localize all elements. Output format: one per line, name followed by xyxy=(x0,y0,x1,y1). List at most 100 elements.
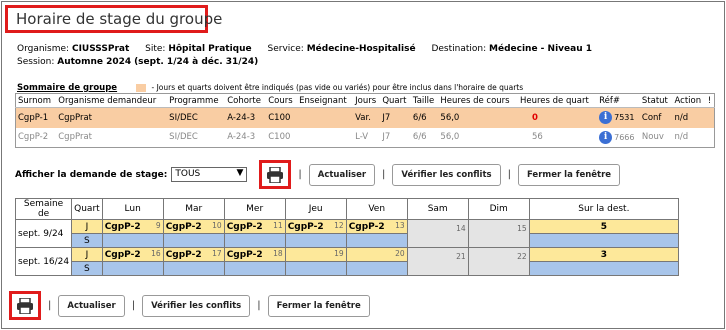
day-number: 10 xyxy=(212,221,222,230)
col-header: Mar xyxy=(162,198,225,220)
separator: | xyxy=(507,169,511,180)
evening-cell[interactable] xyxy=(345,261,408,276)
dest-count: 5 xyxy=(528,219,680,234)
day-cell[interactable]: 20 xyxy=(345,247,408,262)
day-cell[interactable]: CgpP-2 18 xyxy=(223,247,286,262)
evening-cell[interactable] xyxy=(101,233,164,248)
cell-quart: J7 xyxy=(382,132,391,143)
table-row[interactable]: CgpP-1 CgpPrat SI/DEC A-24-3 C100 Var. J… xyxy=(15,107,715,128)
day-cell[interactable]: CgpP-2 12 xyxy=(284,219,347,234)
ref-number: 7531 xyxy=(614,113,635,123)
day-number: 16 xyxy=(151,249,161,258)
col-header: Heures de quart xyxy=(517,93,598,108)
cell-statut: Nouv xyxy=(641,132,664,143)
day-number: 12 xyxy=(334,221,344,230)
dest-evening xyxy=(528,261,680,276)
day-cell-group: CgpP-2 xyxy=(226,221,263,232)
col-header: Cohorte xyxy=(225,93,267,108)
day-cell-group: CgpP-2 xyxy=(165,249,202,260)
col-header: Ven xyxy=(345,198,408,220)
dest-count: 3 xyxy=(528,247,680,262)
fermer-fenetre-button[interactable]: Fermer la fenêtre xyxy=(267,294,370,317)
day-number: 22 xyxy=(517,252,527,261)
verifier-conflits-button[interactable]: Vérifier les conflits xyxy=(142,294,251,317)
evening-cell[interactable] xyxy=(284,261,347,276)
quart-s: S xyxy=(71,261,103,276)
evening-cell[interactable] xyxy=(223,233,286,248)
info-icon[interactable]: i xyxy=(599,111,613,125)
schedule-header-row: Semaine de Quart Lun Mar Mer Jeu Ven Sam… xyxy=(14,198,680,220)
day-number: 20 xyxy=(395,249,405,258)
cell-enseignant xyxy=(297,107,354,128)
evening-cell[interactable] xyxy=(223,261,286,276)
service-value: Médecine-Hospitalisé xyxy=(306,44,416,54)
cell-jours: Var. xyxy=(353,107,381,128)
evening-cell[interactable] xyxy=(101,261,164,276)
day-number: 19 xyxy=(334,249,344,258)
legend-swatch xyxy=(135,83,146,92)
session-range: (sept. 1/24 à déc. 31/24) xyxy=(134,57,259,67)
info-icon[interactable]: i xyxy=(599,130,613,144)
sommaire-header: Sommaire de groupe - Jours et quarts doi… xyxy=(17,83,523,93)
print-button[interactable] xyxy=(9,291,41,320)
col-header: Jours xyxy=(353,93,381,108)
day-cell[interactable]: CgpP-2 9 xyxy=(101,219,164,234)
print-button[interactable] xyxy=(259,160,292,189)
cell-cohorte: A-24-3 xyxy=(225,107,267,128)
table-row[interactable]: CgpP-2 CgpPrat SI/DEC A-24-3 C100 L-V J7… xyxy=(16,128,715,148)
day-cell-weekend[interactable]: 21 xyxy=(406,247,469,276)
group-summary-table: Surnom Organisme demandeur Programme Coh… xyxy=(15,93,715,148)
day-cell[interactable]: CgpP-2 10 xyxy=(162,219,225,234)
separator: | xyxy=(298,169,302,180)
demande-select[interactable]: TOUS ▼ xyxy=(171,167,248,182)
day-cell[interactable]: CgpP-2 16 xyxy=(101,247,164,262)
separator: | xyxy=(257,300,261,311)
cell-alert xyxy=(705,107,715,128)
quart-j: J xyxy=(71,247,103,262)
col-header: Heures de cours xyxy=(438,93,518,108)
col-header: Quart xyxy=(71,198,103,220)
destination-label: Destination: xyxy=(431,44,487,54)
day-cell[interactable]: CgpP-2 17 xyxy=(162,247,225,262)
day-cell-weekend[interactable]: 15 xyxy=(467,219,530,248)
afficher-label: Afficher la demande de stage: xyxy=(15,169,168,180)
cell-cohorte: A-24-3 xyxy=(227,132,256,143)
schedule-row-day: sept. 9/24 J CgpP-2 9 CgpP-2 10 CgpP-2 11 C… xyxy=(14,219,680,248)
separator: | xyxy=(48,300,52,311)
day-cell[interactable]: CgpP-2 11 xyxy=(223,219,286,234)
ref-number: 7666 xyxy=(614,132,635,142)
col-header: Quart xyxy=(380,93,411,108)
col-header: Enseignant xyxy=(297,93,354,108)
day-number: 11 xyxy=(273,221,283,230)
info-line-1: Organisme: CIUSSSPrat Site: Hôpital Prat… xyxy=(17,44,592,54)
evening-cell[interactable] xyxy=(284,233,347,248)
day-cell-weekend[interactable]: 14 xyxy=(406,219,469,248)
cell-organisme: CgpPrat xyxy=(58,132,92,143)
cell-jours: L-V xyxy=(355,132,369,143)
evening-cell[interactable] xyxy=(162,261,225,276)
day-cell[interactable]: 19 xyxy=(284,247,347,262)
summary-header-row: Surnom Organisme demandeur Programme Coh… xyxy=(15,93,715,108)
cell-ref: i 7666 xyxy=(597,128,640,148)
day-number: 15 xyxy=(517,224,527,233)
cell-organisme: CgpPrat xyxy=(56,107,168,128)
col-header: Jeu xyxy=(284,198,347,220)
select-value: TOUS xyxy=(175,169,201,179)
col-header: Taille xyxy=(410,93,439,108)
col-header: Cours xyxy=(266,93,298,108)
evening-cell[interactable] xyxy=(345,233,408,248)
day-cell-group: CgpP-2 xyxy=(104,221,141,232)
day-cell[interactable]: CgpP-2 13 xyxy=(345,219,408,234)
day-cell-group: CgpP-2 xyxy=(287,221,324,232)
cell-programme: SI/DEC xyxy=(167,107,226,128)
evening-cell[interactable] xyxy=(162,233,225,248)
fermer-fenetre-button[interactable]: Fermer la fenêtre xyxy=(517,163,621,186)
cell-programme: SI/DEC xyxy=(169,132,198,143)
actualiser-button[interactable]: Actualiser xyxy=(58,294,125,317)
day-cell-weekend[interactable]: 22 xyxy=(467,247,530,276)
actualiser-button[interactable]: Actualiser xyxy=(308,163,376,186)
service-label: Service: xyxy=(267,44,304,54)
cell-alert xyxy=(706,128,715,148)
cell-action: n/d xyxy=(672,107,706,128)
verifier-conflits-button[interactable]: Vérifier les conflits xyxy=(392,163,501,186)
